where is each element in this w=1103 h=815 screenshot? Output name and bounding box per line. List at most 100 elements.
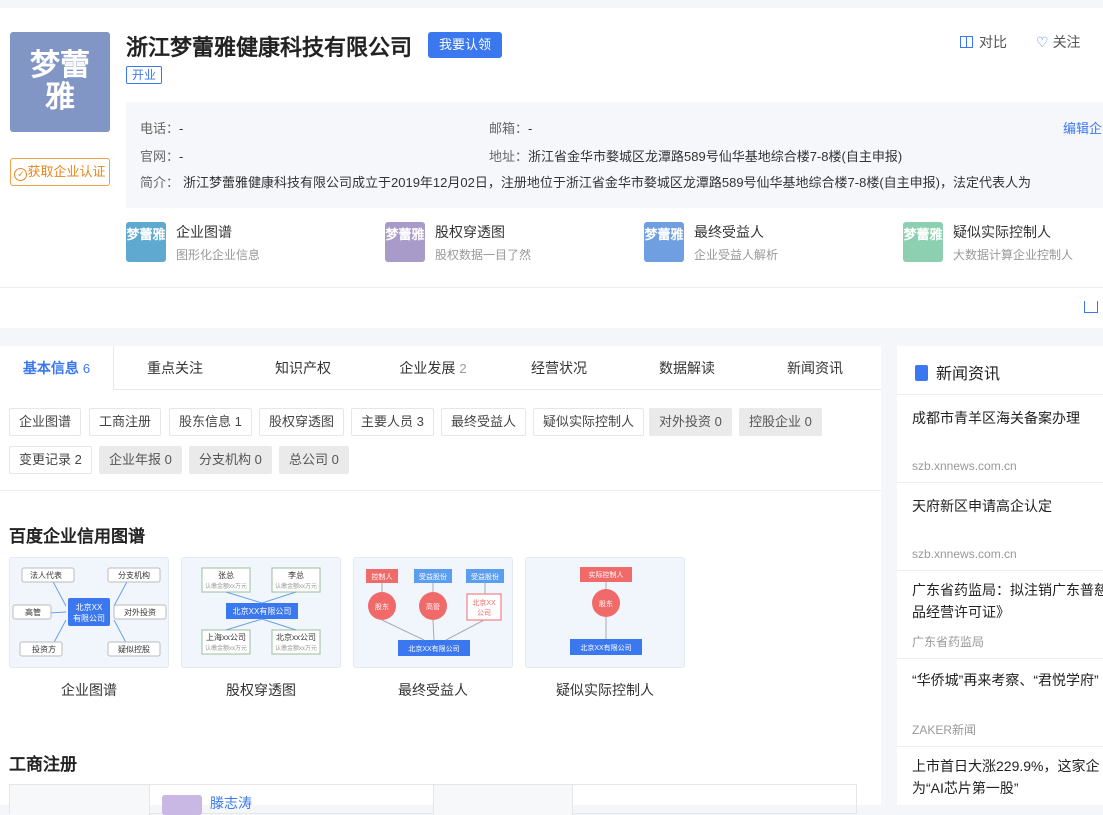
graph-card-equity[interactable]: 张总 认缴金额xx万元 李总 认缴金额xx万元 北京XX有限公司 上海xx公司 认缴金…	[181, 557, 341, 668]
graph-card-enterprise[interactable]: 北京XX 有限公司 法人代表 分支机构 高管 对外投资 投资方 疑似控股	[9, 557, 169, 668]
svg-text:北京XX: 北京XX	[76, 602, 103, 612]
company-name: 浙江梦蕾雅健康科技有限公司	[126, 35, 413, 60]
tab-data-insight[interactable]: 数据解读	[624, 346, 750, 390]
tag-business-registration[interactable]: 工商注册	[89, 408, 162, 436]
feature-subtitle: 大数据计算企业控制人	[953, 248, 1074, 262]
controller-diagram: 实际控制人 股东 北京XX有限公司	[570, 567, 642, 655]
feature-title: 疑似实际控制人	[953, 224, 1051, 240]
svg-text:法人代表: 法人代表	[30, 570, 62, 580]
svg-text:分支机构: 分支机构	[118, 570, 150, 580]
tag-external-investment[interactable]: 对外投资 0	[649, 408, 732, 436]
company-header-card: 梦蕾雅 ✓ 获取企业认证 浙江梦蕾雅健康科技有限公司 我要认领 开业 对比 ♡ 关注…	[0, 8, 1103, 328]
follow-label: 关注	[1052, 34, 1081, 50]
tab-key-focus[interactable]: 重点关注	[114, 346, 236, 390]
news-source: szb.xnnews.com.cn	[912, 459, 1017, 473]
company-logo: 梦蕾雅	[10, 32, 110, 132]
svg-text:张总: 张总	[218, 570, 234, 580]
compare-button[interactable]: 对比	[960, 32, 1007, 52]
document-icon	[915, 365, 928, 381]
svg-text:北京xx公司: 北京xx公司	[276, 632, 316, 642]
news-source: ZAKER新闻	[912, 723, 977, 737]
claim-button[interactable]: 我要认领	[428, 32, 502, 58]
svg-text:认缴金额xx万元: 认缴金额xx万元	[275, 644, 317, 652]
tag-shareholders[interactable]: 股东信息 1	[169, 408, 252, 436]
tag-head-office[interactable]: 总公司 0	[279, 446, 349, 474]
tag-annual-reports[interactable]: 企业年报 0	[99, 446, 182, 474]
news-title[interactable]: 广东省药监局：拟注销广东普慈	[912, 579, 1103, 601]
news-title[interactable]: 成都市青羊区海关备案办理	[912, 407, 1080, 429]
tag-enterprise-graph[interactable]: 企业图谱	[9, 408, 82, 436]
svg-text:认缴金额xx万元: 认缴金额xx万元	[275, 582, 317, 590]
beneficiary-diagram: 控制人 受益股份 受益股份 股东 高管 北京XX 公司 北京XX有限公司	[366, 569, 504, 656]
section-registration-title: 工商注册	[9, 755, 77, 774]
news-item[interactable]: 成都市青羊区海关备案办理 szb.xnnews.com.cn	[897, 395, 1103, 483]
news-panel: 新闻资讯 成都市青羊区海关备案办理 szb.xnnews.com.cn 天府新区…	[897, 346, 1103, 805]
edit-info-link[interactable]: 编辑企	[1063, 118, 1102, 137]
tab-bar: 基本信息 6 重点关注 知识产权 企业发展 2 经营状况 数据解读 新闻资讯	[0, 346, 881, 390]
tag-holding-companies[interactable]: 控股企业 0	[739, 408, 822, 436]
news-title[interactable]: 上市首日大涨229.9%，这家企	[912, 755, 1099, 777]
news-title[interactable]: 天府新区申请高企认定	[912, 495, 1052, 517]
svg-text:北京XX有限公司: 北京XX有限公司	[233, 606, 292, 616]
tag-ultimate-beneficiary[interactable]: 最终受益人	[441, 408, 527, 436]
person-avatar	[162, 795, 202, 815]
header-divider	[0, 287, 1103, 288]
get-certification-button[interactable]: ✓ 获取企业认证	[10, 158, 110, 186]
news-title-line2[interactable]: 品经营许可证》	[912, 601, 1010, 623]
news-item[interactable]: 上市首日大涨229.9%，这家企 为“AI芯片第一股”	[897, 747, 1103, 805]
svg-text:受益股份: 受益股份	[471, 572, 499, 581]
registration-table: 滕志涛	[9, 784, 857, 815]
svg-text:股东: 股东	[599, 599, 613, 608]
feature-subtitle: 企业受益人解析	[694, 248, 779, 262]
email-field: 邮箱：-	[489, 121, 533, 136]
news-item[interactable]: 天府新区申请高企认定 szb.xnnews.com.cn	[897, 483, 1103, 571]
feature-subtitle: 图形化企业信息	[176, 248, 261, 262]
feature-icon: 梦蕾雅	[385, 222, 425, 262]
news-source: 广东省药监局	[912, 635, 985, 649]
heart-icon: ♡	[1036, 34, 1049, 50]
feature-icon: 梦蕾雅	[644, 222, 684, 262]
news-title[interactable]: “华侨城”再来考察、“君悦学府”	[912, 669, 1099, 691]
feature-subtitle: 股权数据一目了然	[435, 248, 532, 262]
svg-text:有限公司: 有限公司	[73, 613, 105, 623]
feature-title: 股权穿透图	[435, 224, 505, 240]
website-field: 官网：-	[140, 149, 184, 164]
svg-text:北京XX有限公司: 北京XX有限公司	[408, 644, 459, 653]
tag-key-personnel[interactable]: 主要人员 3	[351, 408, 434, 436]
feature-icon: 梦蕾雅	[126, 222, 166, 262]
news-header: 新闻资讯	[915, 360, 1000, 384]
tab-news[interactable]: 新闻资讯	[752, 346, 878, 390]
company-info-box: 电话：- 邮箱：- 编辑企 官网：- 地址：浙江省金华市婺城区龙潭路589号仙华…	[126, 102, 1103, 208]
home-icon[interactable]	[1084, 301, 1098, 313]
address-field: 地址：浙江省金华市婺城区龙潭路589号仙华基地综合楼7-8楼(自主申报)	[489, 149, 903, 164]
news-item[interactable]: 广东省药监局：拟注销广东普慈 品经营许可证》 广东省药监局	[897, 571, 1103, 659]
svg-text:上海xx公司: 上海xx公司	[206, 632, 246, 642]
tag-branches[interactable]: 分支机构 0	[189, 446, 272, 474]
tag-actual-controller[interactable]: 疑似实际控制人	[533, 408, 645, 436]
tab-operations[interactable]: 经营状况	[496, 346, 622, 390]
graph-card-label: 最终受益人	[398, 682, 468, 698]
svg-text:高管: 高管	[25, 607, 41, 617]
tab-basic-info[interactable]: 基本信息 6	[0, 346, 114, 390]
certification-icon: ✓	[14, 168, 28, 181]
follow-button[interactable]: ♡ 关注	[1036, 32, 1081, 52]
news-source: szb.xnnews.com.cn	[912, 547, 1017, 561]
svg-text:股东: 股东	[375, 602, 389, 611]
svg-text:北京XX: 北京XX	[472, 598, 496, 607]
tag-change-records[interactable]: 变更记录 2	[9, 446, 92, 474]
legal-rep-name[interactable]: 滕志涛	[210, 793, 252, 813]
graph-card-beneficiary[interactable]: 控制人 受益股份 受益股份 股东 高管 北京XX 公司 北京XX有限公司	[353, 557, 513, 668]
cert-label: 获取企业认证	[27, 164, 106, 179]
tab-ip[interactable]: 知识产权	[240, 346, 366, 390]
svg-text:北京XX有限公司: 北京XX有限公司	[580, 643, 631, 652]
tab-development[interactable]: 企业发展 2	[370, 346, 496, 390]
svg-text:认缴金额xx万元: 认缴金额xx万元	[205, 582, 247, 590]
svg-text:投资方: 投资方	[32, 644, 56, 654]
tag-equity-penetration[interactable]: 股权穿透图	[259, 408, 345, 436]
svg-text:公司: 公司	[477, 609, 491, 617]
feature-icon: 梦蕾雅	[903, 222, 943, 262]
graph-card-controller[interactable]: 实际控制人 股东 北京XX有限公司	[525, 557, 685, 668]
graph-card-label: 股权穿透图	[226, 682, 296, 698]
news-title-line2[interactable]: 为“AI芯片第一股”	[912, 777, 1019, 799]
news-item[interactable]: “华侨城”再来考察、“君悦学府” ZAKER新闻	[897, 659, 1103, 747]
